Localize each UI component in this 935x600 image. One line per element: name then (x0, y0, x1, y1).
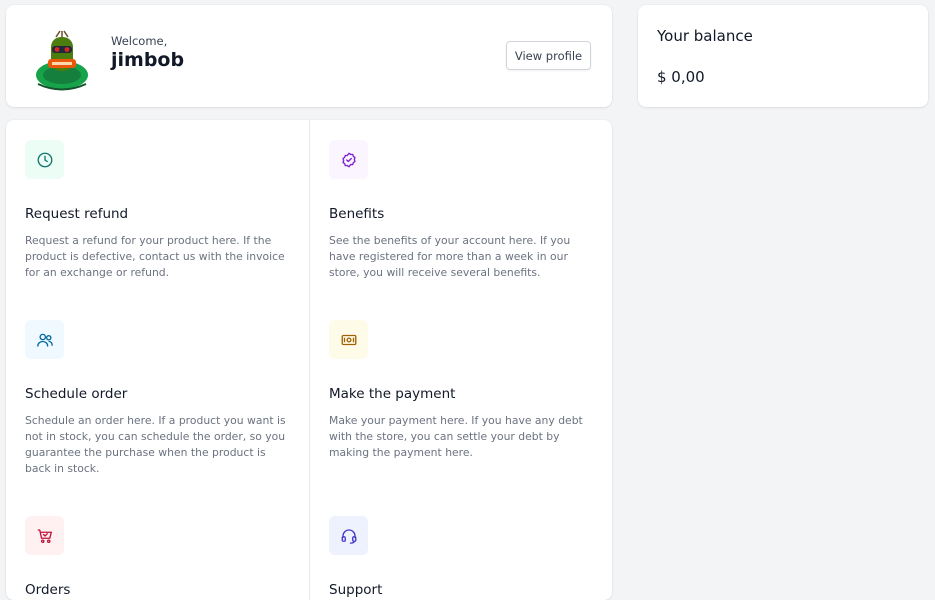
avatar (36, 30, 88, 91)
clock-icon (25, 140, 64, 179)
action-make-payment[interactable]: Make the payment Make your payment here.… (329, 320, 591, 459)
welcome-greeting: Welcome, (111, 34, 168, 48)
action-title: Make the payment (329, 386, 456, 402)
balance-card: Your balance $ 0,00 (638, 5, 928, 107)
cart-icon (25, 516, 64, 555)
cash-icon (329, 320, 368, 359)
action-benefits[interactable]: Benefits See the benefits of your accoun… (329, 140, 591, 279)
action-title: Schedule order (25, 386, 128, 402)
view-profile-button[interactable]: View profile (506, 41, 591, 70)
welcome-card: Welcome, jimbob View profile (6, 5, 612, 107)
balance-amount: $ 0,00 (657, 68, 705, 86)
action-title: Request refund (25, 206, 129, 222)
action-description: See the benefits of your account here. I… (329, 234, 571, 279)
actions-grid: Request refund Request a refund for your… (6, 120, 612, 600)
column-divider (309, 120, 310, 600)
balance-title: Your balance (657, 27, 753, 45)
action-request-refund[interactable]: Request refund Request a refund for your… (25, 140, 287, 279)
action-orders[interactable]: Orders (25, 516, 287, 598)
action-title: Benefits (329, 206, 385, 222)
badge-check-icon (329, 140, 368, 179)
action-description: Request a refund for your product here. … (25, 234, 285, 279)
action-description: Make your payment here. If you have any … (329, 414, 583, 459)
action-title: Orders (25, 582, 71, 598)
action-support[interactable]: Support (329, 516, 591, 598)
action-title: Support (329, 582, 383, 598)
username: jimbob (111, 49, 185, 71)
action-description: Schedule an order here. If a product you… (25, 414, 286, 475)
headset-icon (329, 516, 368, 555)
action-schedule-order[interactable]: Schedule order Schedule an order here. I… (25, 320, 287, 475)
users-icon (25, 320, 64, 359)
